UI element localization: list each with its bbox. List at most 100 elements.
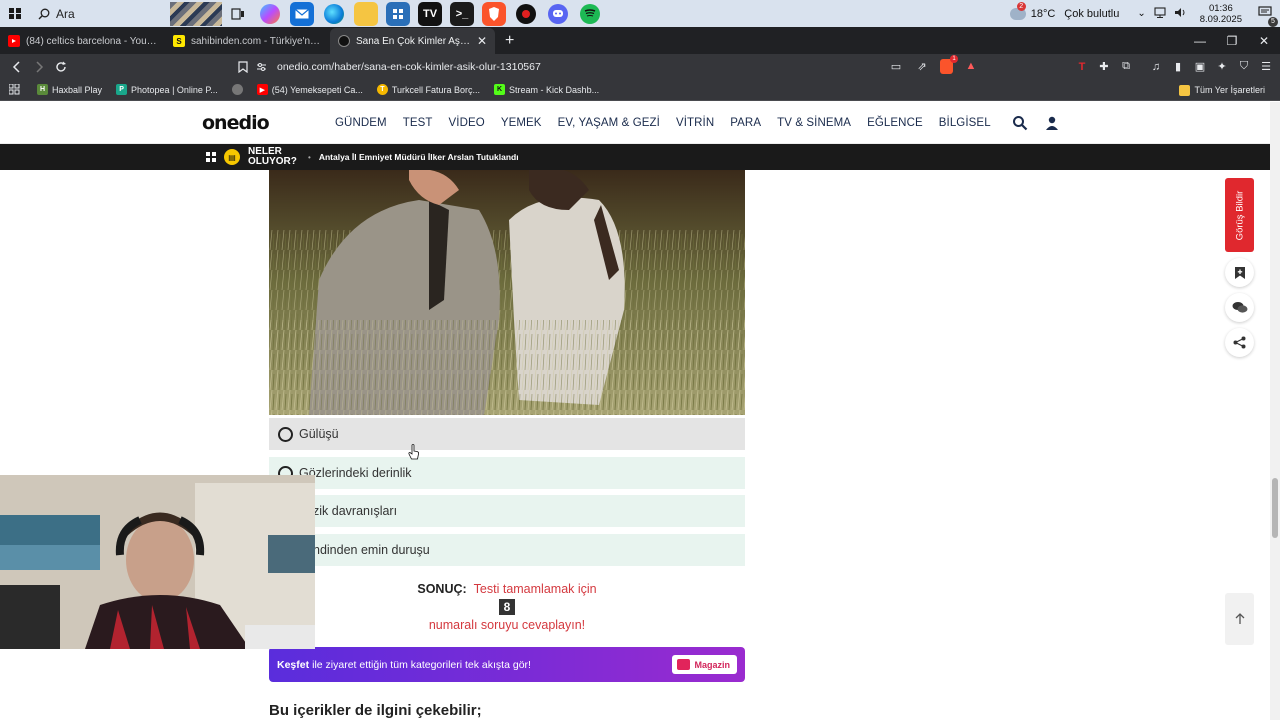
address-field[interactable]: onedio.com/haber/sana-en-cok-kimler-asik… xyxy=(256,57,976,76)
quiz-option-label: ndinden emin duruşu xyxy=(313,543,430,557)
close-tab-icon[interactable]: ✕ xyxy=(477,34,487,48)
file-explorer-icon[interactable] xyxy=(354,1,378,26)
share-button[interactable] xyxy=(1225,328,1254,357)
minimize-icon[interactable]: — xyxy=(1184,27,1216,54)
nav-bilgisel[interactable]: BİLGİSEL xyxy=(939,117,991,129)
windows-start-button[interactable] xyxy=(0,0,30,27)
back-icon[interactable] xyxy=(6,56,28,78)
sahibinden-favicon-icon: S xyxy=(173,35,185,47)
app-red-dot-icon[interactable] xyxy=(516,3,536,24)
nav-test[interactable]: TEST xyxy=(403,117,433,129)
bookmark-haxball[interactable]: H Haxball Play xyxy=(32,84,107,95)
bookmark-turkcell[interactable]: T Turkcell Fatura Borç... xyxy=(372,84,485,95)
bookmark-photopea[interactable]: P Photopea | Online P... xyxy=(111,84,223,95)
bookmark-plus-icon xyxy=(1234,266,1245,279)
restore-icon[interactable]: ❐ xyxy=(1216,27,1248,54)
site-logo[interactable]: onedio xyxy=(202,112,270,134)
edge-icon[interactable] xyxy=(324,3,344,24)
menu-icon[interactable]: ☰ xyxy=(1258,59,1274,75)
terminal-icon[interactable]: >_ xyxy=(450,1,474,26)
mouse-cursor-icon xyxy=(408,444,419,460)
volume-icon[interactable] xyxy=(1174,7,1186,21)
grid-icon[interactable] xyxy=(206,152,216,162)
nav-tv-sinema[interactable]: TV & SİNEMA xyxy=(777,117,851,129)
bookmark-page-icon[interactable] xyxy=(232,56,254,78)
bookmark-label: (54) Yemeksepeti Ca... xyxy=(271,84,363,95)
page-scrollbar[interactable] xyxy=(1270,102,1280,720)
share-icon[interactable]: ⇗ xyxy=(914,58,930,74)
discover-banner[interactable]: Keşfet ile ziyaret ettiğin tüm kategoril… xyxy=(269,647,745,682)
magazin-label: Magazin xyxy=(694,659,730,670)
kick-favicon-icon: K xyxy=(494,84,506,95)
feedback-button[interactable]: Görüş Bildir xyxy=(1225,178,1254,252)
notification-center[interactable]: 5 xyxy=(1258,6,1278,27)
mail-icon[interactable] xyxy=(290,1,314,26)
ticker-logo-icon: ▤ xyxy=(224,149,240,165)
new-tab-button[interactable]: + xyxy=(495,28,524,54)
taskbar-widget-art[interactable] xyxy=(170,1,222,26)
search-icon[interactable] xyxy=(1012,115,1028,131)
magazin-button[interactable]: Magazin xyxy=(672,655,737,674)
scroll-to-top-button[interactable] xyxy=(1225,593,1254,645)
nav-vitrin[interactable]: VİTRİN xyxy=(676,117,714,129)
cast-icon[interactable]: ▭ xyxy=(888,58,904,74)
quiz-option-4[interactable]: ndinden emin duruşu xyxy=(269,534,745,566)
bookmark-yemeksepeti[interactable]: ▶ (54) Yemeksepeti Ca... xyxy=(252,84,368,95)
tradingview-icon[interactable]: TV xyxy=(418,1,442,26)
result-text: Testi tamamlamak için xyxy=(473,582,597,596)
leo-ai-icon[interactable]: ✦ xyxy=(1214,59,1230,75)
ticker-bullet-icon: • xyxy=(308,152,311,162)
close-window-icon[interactable]: ✕ xyxy=(1248,27,1280,54)
scrollbar-thumb[interactable] xyxy=(1272,478,1278,538)
ticker-headline[interactable]: Antalya İl Emniyet Müdürü İlker Arslan T… xyxy=(319,152,519,162)
quiz-option-2[interactable]: Gözlerindeki derinlik xyxy=(269,457,745,489)
nav-gundem[interactable]: GÜNDEM xyxy=(335,117,387,129)
extensions-area: T ✚ ⧉ ♫ ▮ ▣ ✦ ⛉ ☰ xyxy=(1074,54,1274,79)
spotify-icon[interactable] xyxy=(580,3,600,24)
bookmark-add-button[interactable] xyxy=(1225,258,1254,287)
screenshot-icon[interactable]: ⧉ xyxy=(1118,59,1134,75)
onedio-favicon-icon xyxy=(338,35,350,47)
comments-button[interactable] xyxy=(1225,293,1254,322)
task-view-icon[interactable] xyxy=(226,2,250,26)
all-bookmarks[interactable]: Tüm Yer İşaretleri xyxy=(1174,79,1270,101)
nav-ev-yasam-gezi[interactable]: EV, YAŞAM & GEZİ xyxy=(558,117,660,129)
wallet-icon[interactable]: ▣ xyxy=(1192,59,1208,75)
weather-widget[interactable]: 2 18°C Çok bulutlu xyxy=(1009,1,1120,20)
quiz-result: SONUÇ: Testi tamamlamak için 8 numaralı … xyxy=(269,582,745,632)
store-icon[interactable] xyxy=(386,1,410,26)
nav-video[interactable]: VİDEO xyxy=(449,117,485,129)
vpn-icon[interactable]: ⛉ xyxy=(1236,59,1252,75)
brave-shields-icon[interactable]: 1 xyxy=(940,54,958,74)
taskbar-search[interactable]: Ara xyxy=(30,0,170,27)
brave-icon[interactable] xyxy=(482,1,506,26)
radio-button[interactable] xyxy=(278,426,293,442)
apps-grid-icon[interactable] xyxy=(6,82,22,98)
forward-icon[interactable] xyxy=(28,56,50,78)
result-question-number[interactable]: 8 xyxy=(499,599,515,615)
nav-eglence[interactable]: EĞLENCE xyxy=(867,117,923,129)
brave-rewards-icon[interactable]: ▲ xyxy=(963,58,979,74)
nav-yemek[interactable]: YEMEK xyxy=(501,117,542,129)
extension-translate-icon[interactable]: T xyxy=(1074,59,1090,75)
network-icon[interactable] xyxy=(1154,6,1166,21)
media-icon[interactable]: ♫ xyxy=(1148,59,1164,75)
nav-para[interactable]: PARA xyxy=(730,117,761,129)
quiz-option-1[interactable]: Gülüşü xyxy=(269,418,745,450)
quiz-option-3[interactable]: zik davranışları xyxy=(269,495,745,527)
sidebar-icon[interactable]: ▮ xyxy=(1170,59,1186,75)
bookmark-kick[interactable]: K Stream - Kick Dashb... xyxy=(489,84,604,95)
reload-icon[interactable] xyxy=(50,56,72,78)
clock[interactable]: 01:36 8.09.2025 xyxy=(1200,3,1242,25)
bookmark-globe[interactable] xyxy=(227,84,248,95)
browser-tab-onedio[interactable]: Sana En Çok Kimler Aşık Olur? - ✕ xyxy=(330,28,495,54)
site-settings-icon[interactable] xyxy=(256,62,267,72)
chevron-up-icon[interactable]: ⌄ xyxy=(1137,8,1145,19)
extensions-puzzle-icon[interactable]: ✚ xyxy=(1096,59,1112,75)
user-icon[interactable] xyxy=(1044,115,1060,131)
discord-icon[interactable] xyxy=(548,3,568,24)
weather-desc: Çok bulutlu xyxy=(1064,7,1120,20)
browser-tab-youtube[interactable]: (84) celtics barcelona - YouTube xyxy=(0,28,165,54)
browser-tab-sahibinden[interactable]: S sahibinden.com - Türkiye'nin Online xyxy=(165,28,330,54)
copilot-icon[interactable] xyxy=(260,3,280,24)
